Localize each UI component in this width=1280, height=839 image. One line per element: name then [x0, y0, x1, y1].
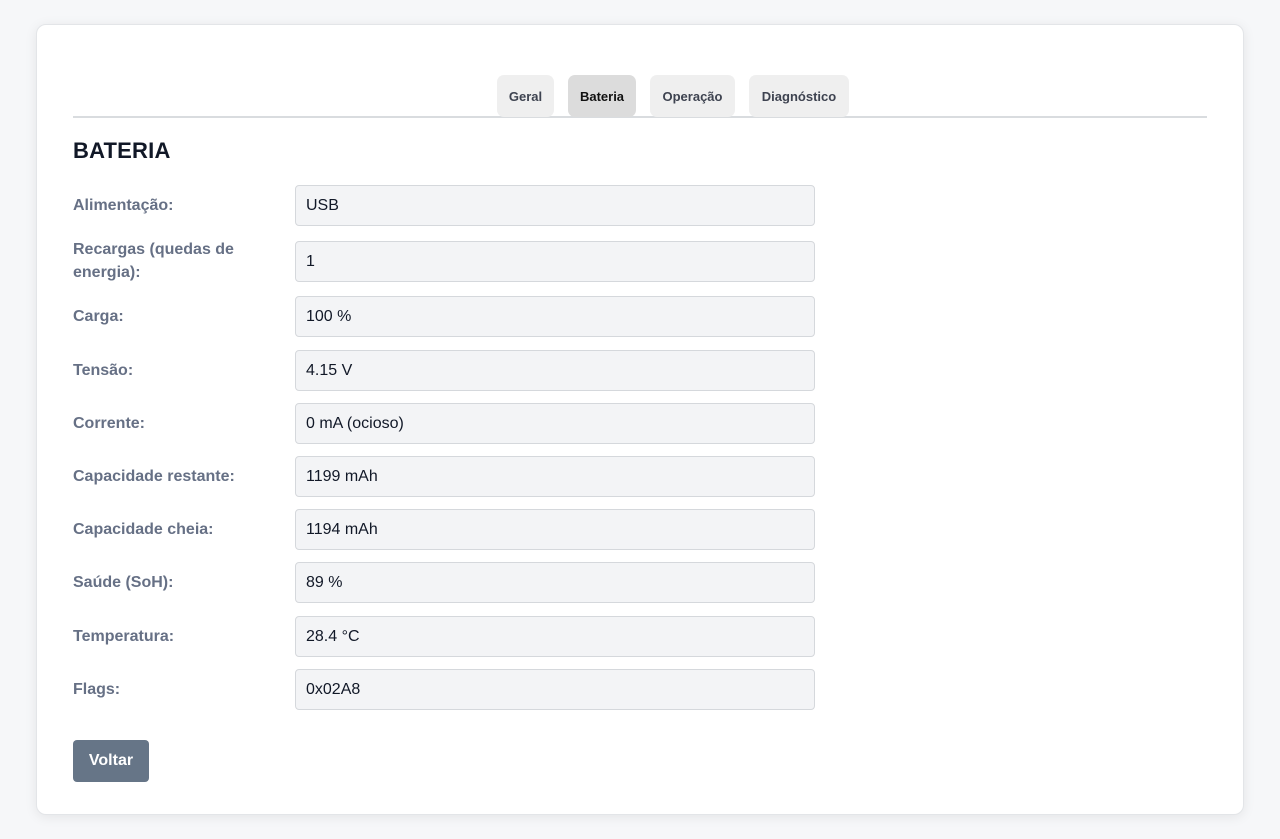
field-value-flags: 0x02A8	[295, 669, 815, 710]
field-value-carga: 100 %	[295, 296, 815, 337]
field-label-corrente: Corrente:	[73, 415, 146, 432]
section-title: BATERIA	[73, 138, 171, 163]
field-label-capacidade-restante: Capacidade restante:	[73, 468, 235, 485]
field-value-alimentacao: USB	[295, 185, 815, 226]
field-value-capacidade-cheia: 1194 mAh	[295, 509, 815, 550]
tab-diagnostico[interactable]: Diagnóstico	[749, 75, 849, 117]
field-label-capacidade-cheia: Capacidade cheia:	[73, 521, 214, 538]
field-value-temperatura: 28.4 °C	[295, 616, 815, 657]
field-label-temperatura: Temperatura:	[73, 628, 175, 645]
settings-card: Geral Bateria Operação Diagnóstico BATER…	[36, 24, 1244, 815]
field-value-corrente: 0 mA (ocioso)	[295, 403, 815, 444]
field-value-capacidade-restante: 1199 mAh	[295, 456, 815, 497]
tab-operacao[interactable]: Operação	[650, 75, 735, 117]
field-value-tensao: 4.15 V	[295, 350, 815, 391]
field-value-saude: 89 %	[295, 562, 815, 603]
field-label-saude: Saúde (SoH):	[73, 574, 174, 591]
field-value-recargas: 1	[295, 241, 815, 282]
field-label-alimentacao: Alimentação:	[73, 197, 174, 214]
tab-bateria[interactable]: Bateria	[568, 75, 636, 117]
tab-geral[interactable]: Geral	[497, 75, 554, 117]
tab-bar: Geral Bateria Operação Diagnóstico	[73, 75, 1207, 118]
field-label-carga: Carga:	[73, 308, 124, 325]
field-label-tensao: Tensão:	[73, 362, 134, 379]
field-label-flags: Flags:	[73, 681, 121, 698]
back-button[interactable]: Voltar	[73, 740, 149, 782]
field-label-recargas: Recargas (quedas de energia):	[73, 241, 234, 281]
